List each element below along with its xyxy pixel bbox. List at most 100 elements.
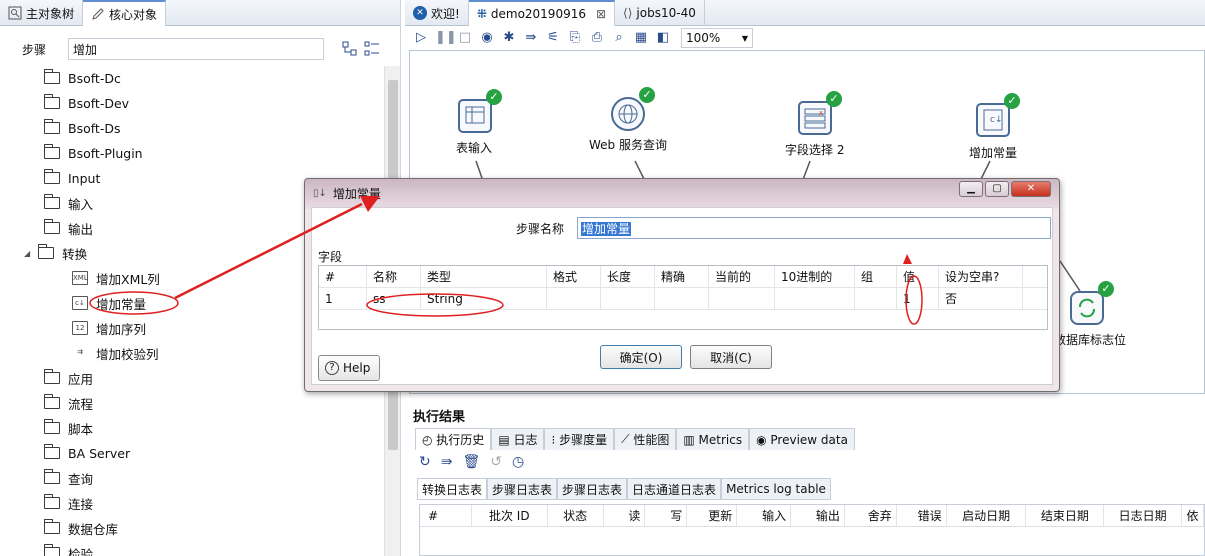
column-header[interactable]: 当前的 bbox=[709, 266, 775, 287]
tree-folder[interactable]: Input bbox=[43, 167, 100, 189]
cell-length[interactable] bbox=[601, 288, 655, 309]
column-header[interactable]: 状态 bbox=[548, 505, 604, 526]
column-header[interactable]: 名称 bbox=[367, 266, 421, 287]
tree-folder[interactable]: Bsoft-Ds bbox=[43, 117, 120, 139]
refresh-icon[interactable]: ↻ bbox=[419, 454, 431, 470]
tree-step[interactable]: XML 增加XML列 bbox=[72, 267, 160, 289]
trash-icon[interactable]: 🗑 bbox=[462, 454, 480, 470]
column-header[interactable]: 精确 bbox=[655, 266, 709, 287]
tree-folder[interactable]: 连接 bbox=[43, 492, 93, 514]
column-header[interactable]: 写 bbox=[645, 505, 688, 526]
sql-icon[interactable]: ⎙ bbox=[589, 30, 605, 46]
cell-format[interactable] bbox=[547, 288, 601, 309]
tab-core-objects[interactable]: 核心对象 bbox=[83, 0, 167, 26]
cell-name[interactable]: ss bbox=[367, 288, 421, 309]
column-header[interactable]: 启动日期 bbox=[947, 505, 1027, 526]
column-header[interactable]: 结束日期 bbox=[1026, 505, 1105, 526]
replay-icon[interactable]: ⇛ bbox=[441, 454, 453, 470]
column-header[interactable]: 更新 bbox=[687, 505, 738, 526]
expand-all-icon[interactable] bbox=[342, 41, 358, 57]
column-header[interactable]: 设为空串? bbox=[939, 266, 1023, 287]
grid-icon[interactable]: ▦ bbox=[633, 30, 649, 46]
minimize-icon[interactable]: ▁ bbox=[959, 181, 983, 197]
column-header[interactable]: 读 bbox=[604, 505, 646, 526]
cell-group[interactable] bbox=[855, 288, 897, 309]
analyze-icon[interactable]: ⎘ bbox=[567, 30, 583, 46]
verify-icon[interactable]: ⚟ bbox=[545, 30, 561, 46]
debug-icon[interactable]: ✱ bbox=[501, 30, 517, 46]
tab-step-log[interactable]: 步骤日志表 bbox=[487, 478, 558, 500]
close-icon[interactable]: ✕ bbox=[1011, 181, 1051, 197]
maximize-icon[interactable]: ▢ bbox=[985, 181, 1009, 197]
column-header[interactable]: 错误 bbox=[897, 505, 947, 526]
cell-empty-string[interactable]: 否 bbox=[939, 288, 1023, 309]
column-header[interactable]: 批次 ID bbox=[472, 505, 548, 526]
tab-job[interactable]: ⟨⟩ jobs10-40 bbox=[615, 0, 705, 26]
column-header[interactable]: 输入 bbox=[737, 505, 792, 526]
step-node-add-constant[interactable]: c↓ ✓ bbox=[976, 93, 1020, 137]
tab-main-object-tree[interactable]: 主对象树 bbox=[0, 0, 84, 26]
cell-decimal[interactable] bbox=[775, 288, 855, 309]
tree-folder[interactable]: 输出 bbox=[43, 217, 93, 239]
cell-precision[interactable] bbox=[655, 288, 709, 309]
replay-icon[interactable]: ⇛ bbox=[523, 30, 539, 46]
column-header[interactable]: 日志日期 bbox=[1104, 505, 1183, 526]
tab-step-metrics[interactable]: ⁝ 步骤度量 bbox=[544, 428, 615, 450]
column-header[interactable]: # bbox=[319, 266, 367, 287]
tree-step[interactable]: 12 增加序列 bbox=[72, 317, 146, 339]
column-header[interactable]: 类型 bbox=[421, 266, 547, 287]
explore-db-icon[interactable]: ⌕ bbox=[611, 30, 627, 46]
cell-type[interactable]: String bbox=[421, 288, 547, 309]
pause-icon[interactable]: ❚❚ bbox=[435, 30, 457, 46]
tab-performance[interactable]: ⟋ 性能图 bbox=[614, 428, 677, 450]
tab-channel-log[interactable]: 日志通道日志表 bbox=[627, 478, 722, 500]
tree-folder[interactable]: 检验 bbox=[43, 542, 93, 556]
tab-metrics-log[interactable]: Metrics log table bbox=[721, 478, 831, 500]
step-node-web-service[interactable]: ✓ bbox=[611, 87, 655, 131]
history-icon[interactable]: ◷ bbox=[512, 454, 524, 470]
tab-log[interactable]: ▤ 日志 bbox=[491, 428, 545, 450]
step-name-input[interactable]: 增加常量 bbox=[577, 217, 1051, 239]
run-icon[interactable]: ▷ bbox=[413, 30, 429, 46]
cell-currency[interactable] bbox=[709, 288, 775, 309]
close-icon[interactable]: ⊠ bbox=[596, 7, 606, 21]
ok-button[interactable]: 确定(O) bbox=[600, 345, 682, 369]
tab-metrics[interactable]: ▥ Metrics bbox=[676, 428, 750, 450]
tree-folder[interactable]: 脚本 bbox=[43, 417, 93, 439]
step-node-table-input[interactable]: ✓ bbox=[458, 89, 502, 133]
table-row[interactable]: 1 ss String 1 否 bbox=[319, 288, 1047, 310]
tree-folder[interactable]: 查询 bbox=[43, 467, 93, 489]
align-icon[interactable]: ◧ bbox=[655, 30, 671, 46]
preview-icon[interactable]: ◉ bbox=[479, 30, 495, 46]
column-header[interactable]: 组 bbox=[855, 266, 897, 287]
collapse-arrow-icon[interactable]: ◢ bbox=[24, 249, 30, 258]
tree-folder[interactable]: Bsoft-Plugin bbox=[43, 142, 143, 164]
tree-folder[interactable]: BA Server bbox=[43, 442, 130, 464]
help-button[interactable]: ? Help bbox=[318, 355, 380, 381]
tab-step-log-2[interactable]: 步骤日志表 bbox=[557, 478, 628, 500]
column-header[interactable]: 输出 bbox=[791, 505, 845, 526]
tab-execution-history[interactable]: ◴ 执行历史 bbox=[415, 428, 492, 450]
column-header[interactable]: # bbox=[420, 505, 472, 526]
zoom-select[interactable]: 100% ▼ bbox=[681, 28, 753, 48]
tree-folder[interactable]: Bsoft-Dev bbox=[43, 92, 129, 114]
tree-folder[interactable]: Bsoft-Dc bbox=[43, 67, 121, 89]
step-node-select-values[interactable]: x ✓ bbox=[798, 91, 842, 135]
tree-folder[interactable]: 应用 bbox=[43, 367, 93, 389]
cell-index[interactable]: 1 bbox=[319, 288, 367, 309]
tree-folder[interactable]: 流程 bbox=[43, 392, 93, 414]
cell-value[interactable]: 1 bbox=[897, 288, 939, 309]
tree-folder[interactable]: 输入 bbox=[43, 192, 93, 214]
column-header[interactable]: 依 bbox=[1182, 505, 1204, 526]
tree-step-add-constant[interactable]: c↓ 增加常量 bbox=[72, 292, 146, 314]
step-node-db-flag[interactable]: ✓ bbox=[1070, 281, 1114, 325]
cancel-button[interactable]: 取消(C) bbox=[690, 345, 772, 369]
tab-demo-transformation[interactable]: ⁜ demo20190916 ⊠ bbox=[468, 0, 616, 26]
tree-folder-expanded[interactable]: ◢ 转换 bbox=[24, 242, 87, 264]
tab-preview-data[interactable]: ◉ Preview data bbox=[749, 428, 855, 450]
column-header[interactable]: 值 bbox=[897, 266, 939, 287]
stop-icon[interactable]: □ bbox=[457, 30, 473, 46]
column-header[interactable]: 10进制的 bbox=[775, 266, 855, 287]
column-header[interactable]: 长度 bbox=[601, 266, 655, 287]
column-header[interactable]: 舍弃 bbox=[845, 505, 897, 526]
